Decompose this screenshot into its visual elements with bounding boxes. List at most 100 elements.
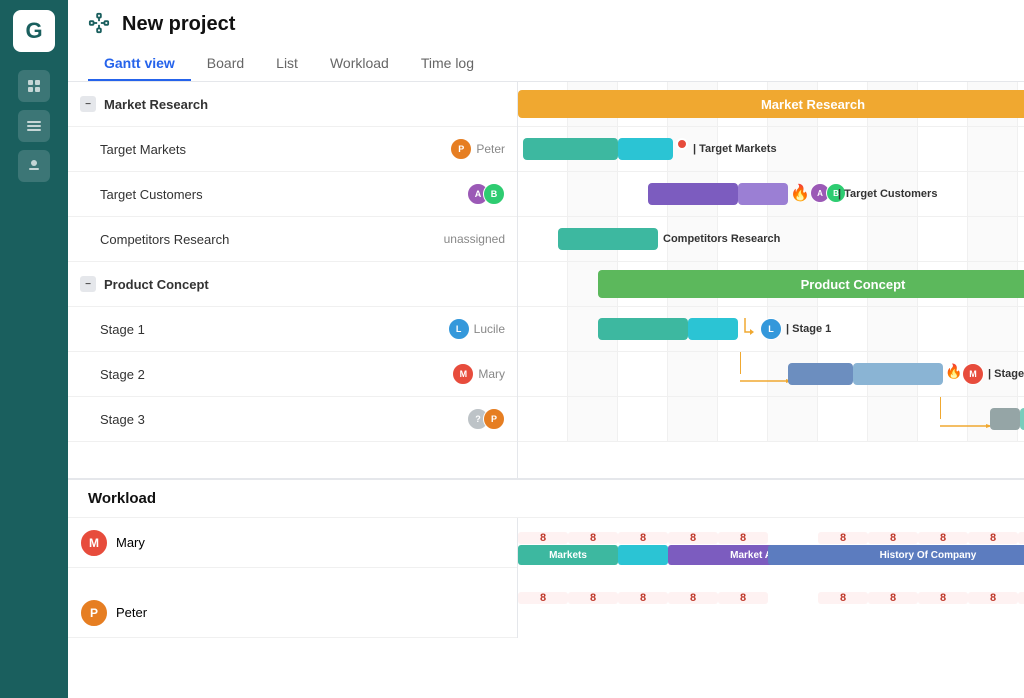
task-name-stage2: Stage 2	[100, 367, 452, 382]
wl-bar-history: History Of Company	[768, 545, 1024, 565]
mary-num-10: 8	[968, 532, 1018, 544]
sidebar-icon-1[interactable]	[18, 70, 50, 102]
gantt-row-competitors: Competitors Research	[518, 217, 1024, 262]
wl-bar-markets: Markets	[518, 545, 618, 565]
task-row-stage1[interactable]: Stage 1 L Lucile	[68, 307, 517, 352]
expand-icon-market-research[interactable]: −	[80, 96, 96, 112]
assignee-name-lucile: Lucile	[474, 322, 505, 336]
assignee-stage2: M Mary	[452, 363, 505, 385]
mary-num-5: 8	[718, 532, 768, 544]
peter-num-5: 8	[718, 592, 768, 604]
gantt-row-stage2: 🔥 M | Stage 2	[518, 352, 1024, 397]
logo-letter: G	[25, 18, 42, 44]
mary-num-9: 8	[918, 532, 968, 544]
mary-num-4: 8	[668, 532, 718, 544]
mary-numbers-row: 8 8 8 8 8 8 8 8 8 8	[518, 518, 1024, 543]
bar-target-customers-purple2	[738, 183, 788, 205]
peter-num-7: 8	[818, 592, 868, 604]
gantt-left-panel: − Market Research Target Markets P Peter…	[68, 82, 518, 478]
mary-bars-row: Markets Market Analysis History Of Compa…	[518, 545, 1024, 573]
avatar-group-customers: A B	[467, 183, 505, 205]
project-icon	[88, 12, 110, 37]
bar-stage2-light	[853, 363, 943, 385]
gantt-wrapper: − Market Research Target Markets P Peter…	[68, 82, 1024, 478]
bar-stage3	[990, 408, 1020, 430]
bar-target-customers-purple	[648, 183, 738, 205]
gantt-row-target-markets: | Target Markets	[518, 127, 1024, 172]
connector-stage2	[740, 352, 741, 374]
workload-name-mary: Mary	[116, 535, 145, 550]
gantt-row-product-concept-header: Product Concept	[518, 262, 1024, 307]
bar-target-customers-label: | Target Customers	[838, 183, 998, 205]
assignee-stage3: ? P	[467, 408, 505, 430]
content-area: − Market Research Target Markets P Peter…	[68, 82, 1024, 698]
gantt-row-target-customers: 🔥 A B | Target Customers	[518, 172, 1024, 217]
task-row-competitors[interactable]: Competitors Research unassigned	[68, 217, 517, 262]
bar-stage2-label: | Stage 2	[988, 363, 1024, 385]
group-header-product-concept[interactable]: − Product Concept	[68, 262, 517, 307]
header-top: New project	[88, 12, 1004, 37]
task-name-target-markets: Target Markets	[100, 142, 450, 157]
workload-row-peter[interactable]: P Peter	[68, 588, 517, 638]
task-row-stage3[interactable]: Stage 3 ? P	[68, 397, 517, 442]
bar-target-markets-teal	[523, 138, 618, 160]
sidebar-icon-3[interactable]	[18, 150, 50, 182]
group-header-market-research[interactable]: − Market Research	[68, 82, 517, 127]
expand-icon-product-concept[interactable]: −	[80, 276, 96, 292]
workload-header: Workload	[68, 480, 1024, 518]
peter-num-1: 8	[518, 592, 568, 604]
sidebar-icon-2[interactable]	[18, 110, 50, 142]
workload-right-panel: 8 8 8 8 8 8 8 8 8 8	[518, 518, 1024, 638]
peter-num-4: 8	[668, 592, 718, 604]
gantt-row-market-research-header: Market Research	[518, 82, 1024, 127]
workload-left-panel: M Mary P Peter	[68, 518, 518, 638]
milestone-target-markets	[676, 138, 688, 150]
tab-board[interactable]: Board	[191, 47, 260, 81]
bar-stage1-label: | Stage 1	[786, 318, 886, 340]
task-row-target-customers[interactable]: Target Customers A B	[68, 172, 517, 217]
bar-stage1-cyan	[688, 318, 738, 340]
workload-title: Workload	[88, 490, 156, 507]
task-name-stage3: Stage 3	[100, 412, 467, 427]
app-logo[interactable]: G	[13, 10, 55, 52]
bar-competitors-label: Competitors Research	[663, 228, 823, 250]
tab-timelog[interactable]: Time log	[405, 47, 490, 81]
header: New project Gantt view Board List Worklo…	[68, 0, 1024, 82]
project-title: New project	[122, 13, 235, 36]
bar-target-markets-label: | Target Markets	[693, 138, 813, 160]
task-row-target-markets[interactable]: Target Markets P Peter	[68, 127, 517, 172]
arrow-stage1	[740, 318, 760, 343]
peter-numbers-row: 8 8 8 8 8 8 8 8 8 8	[518, 573, 1024, 598]
task-row-stage2[interactable]: Stage 2 M Mary	[68, 352, 517, 397]
gantt-right-panel[interactable]: Market Research | Target Markets	[518, 82, 1024, 478]
group-name-product-concept: Product Concept	[104, 277, 505, 292]
peter-num-2: 8	[568, 592, 618, 604]
wl-bar-teal2	[618, 545, 668, 565]
assignee-competitors: unassigned	[444, 232, 505, 246]
tab-workload[interactable]: Workload	[314, 47, 405, 81]
tab-list[interactable]: List	[260, 47, 314, 81]
peter-num-11: 8	[1018, 592, 1024, 604]
tab-gantt[interactable]: Gantt view	[88, 47, 191, 81]
bar-competitors	[558, 228, 658, 250]
task-name-target-customers: Target Customers	[100, 187, 467, 202]
workload-section: Workload M Mary P Peter	[68, 478, 1024, 698]
avatar-peter: P	[450, 138, 472, 160]
avatar-group-stage3: ? P	[467, 408, 505, 430]
flag-stage2: 🔥	[945, 363, 962, 380]
avatar-peter-wl: P	[80, 599, 108, 627]
peter-num-9: 8	[918, 592, 968, 604]
workload-row-mary[interactable]: M Mary	[68, 518, 517, 568]
mary-num-7: 8	[818, 532, 868, 544]
avatar-s3b: P	[483, 408, 505, 430]
bar-stage3-teal	[1020, 408, 1024, 430]
bar-market-research: Market Research	[518, 90, 1024, 118]
mary-num-1: 8	[518, 532, 568, 544]
avatar-mary-bar: M	[962, 363, 984, 385]
group-name-market-research: Market Research	[104, 97, 505, 112]
mary-num-2: 8	[568, 532, 618, 544]
mary-num-3: 8	[618, 532, 668, 544]
mary-num-8: 8	[868, 532, 918, 544]
assignee-target-markets: P Peter	[450, 138, 505, 160]
task-name-competitors: Competitors Research	[100, 232, 444, 247]
